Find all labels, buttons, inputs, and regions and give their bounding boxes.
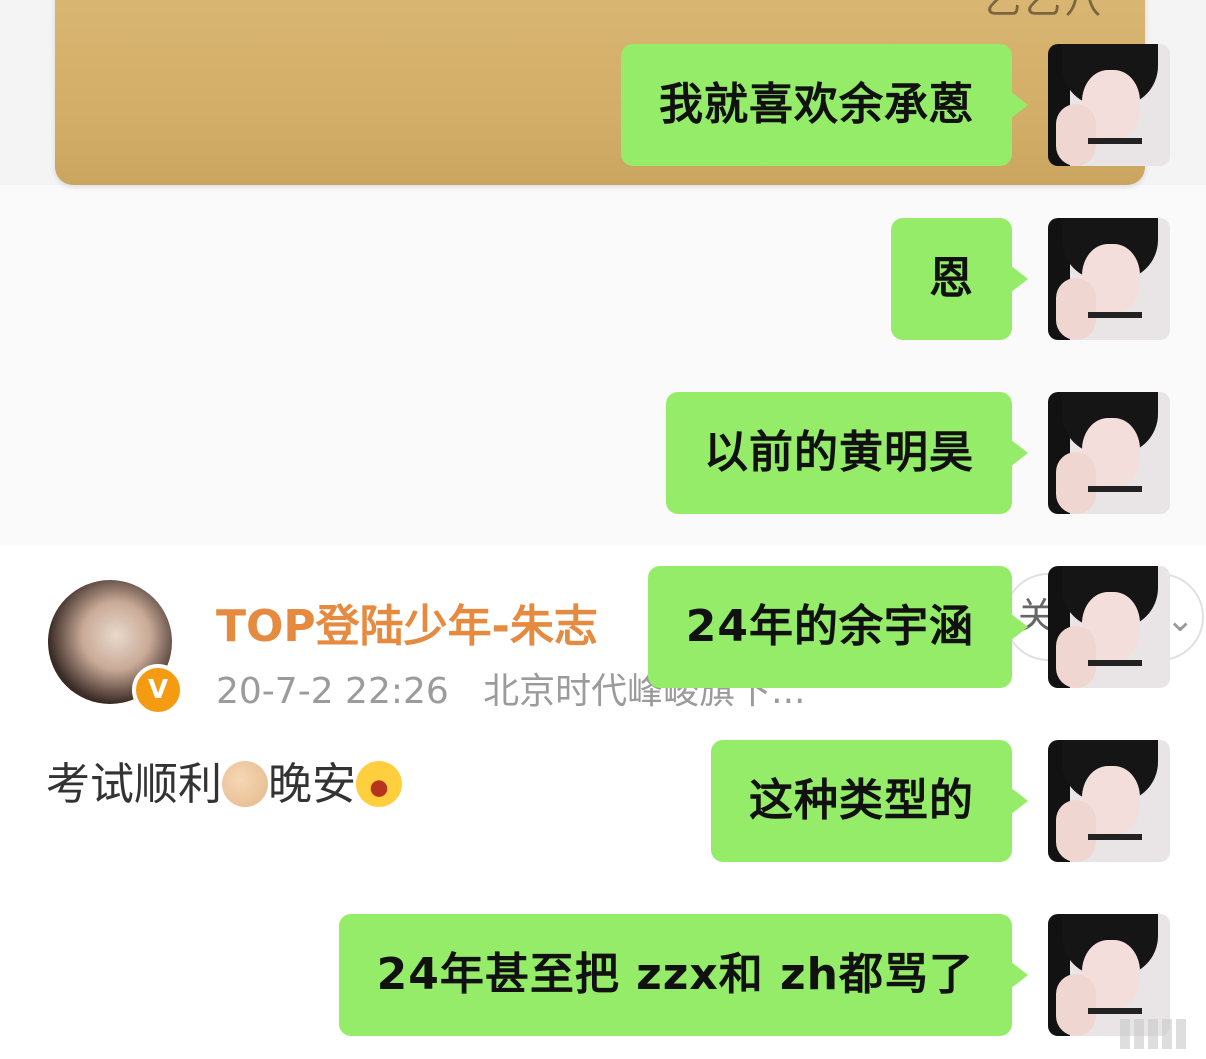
post-text: 考试顺利 晚安: [46, 748, 402, 812]
sender-avatar[interactable]: [1048, 914, 1170, 1036]
chat-bubble[interactable]: 24年甚至把 zzx和 zh都骂了: [338, 914, 1029, 1036]
watermark: [1120, 1019, 1190, 1049]
chat-bubble[interactable]: 以前的黄明昊: [666, 392, 1028, 514]
chat-message: 这种类型的: [711, 740, 1170, 862]
flexed-biceps-icon: [222, 761, 268, 807]
post-timestamp: 20-7-2 22:26: [216, 671, 449, 712]
post-text-part2: 晚安: [268, 759, 356, 810]
chat-message: 我就喜欢余承蒽: [621, 44, 1170, 166]
chat-message: 24年的余宇涵: [647, 566, 1170, 688]
sender-avatar[interactable]: [1048, 44, 1170, 166]
photo-handwriting: 乙乙八: [984, 0, 1105, 22]
chevron-down-icon[interactable]: ⌄: [1166, 600, 1195, 640]
chat-bubble[interactable]: 我就喜欢余承蒽: [621, 44, 1028, 166]
chat-bubble[interactable]: 恩: [891, 218, 1028, 340]
sender-avatar[interactable]: [1048, 392, 1170, 514]
post-text-part1: 考试顺利: [46, 759, 222, 810]
chat-bubble[interactable]: 这种类型的: [711, 740, 1028, 862]
yawning-face-icon: [356, 761, 402, 807]
sender-avatar[interactable]: [1048, 740, 1170, 862]
chat-message: 以前的黄明昊: [666, 392, 1170, 514]
sender-avatar[interactable]: [1048, 218, 1170, 340]
chat-bubble[interactable]: 24年的余宇涵: [647, 566, 1029, 688]
post-author-name[interactable]: TOP登陆少年-朱志: [216, 590, 598, 654]
verified-badge-icon: V: [132, 664, 184, 716]
chat-message: 恩: [891, 218, 1170, 340]
sender-avatar[interactable]: [1048, 566, 1170, 688]
chat-message: 24年甚至把 zzx和 zh都骂了: [338, 914, 1170, 1036]
